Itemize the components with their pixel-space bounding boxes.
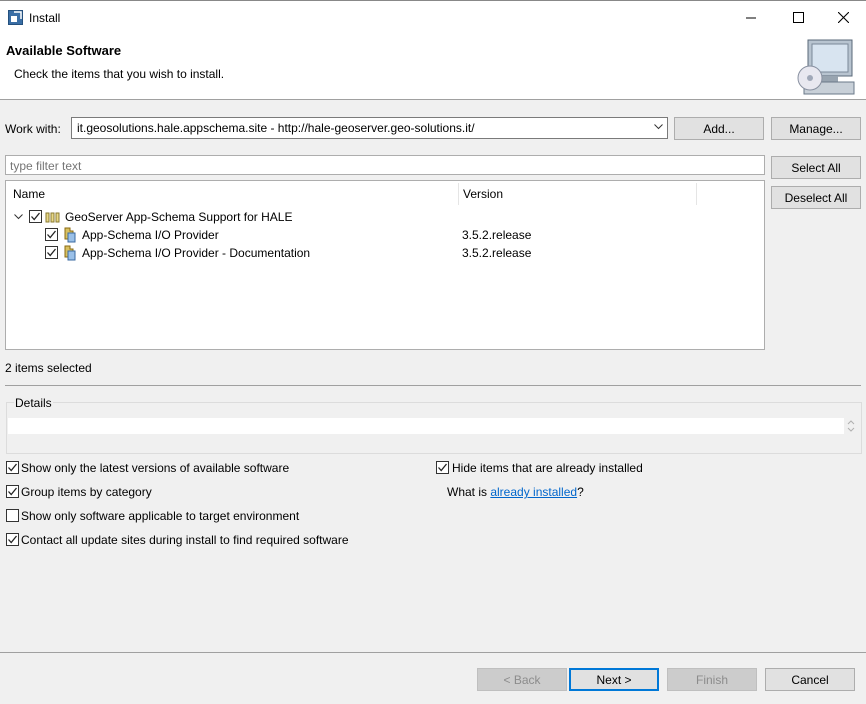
what-is-prefix: What is [447, 485, 491, 499]
details-scrollbar[interactable] [845, 418, 857, 434]
minimize-icon [745, 17, 756, 18]
details-text-area[interactable] [8, 418, 844, 434]
work-with-value: it.geosolutions.hale.appschema.site - ht… [77, 121, 475, 135]
tree-row-category[interactable]: GeoServer App-Schema Support for HALE [12, 209, 752, 227]
checkmark-icon [31, 212, 41, 221]
close-icon [837, 11, 849, 23]
checkmark-icon [47, 230, 57, 239]
separator [5, 385, 861, 386]
category-name: GeoServer App-Schema Support for HALE [65, 210, 293, 224]
page-message: Check the items that you wish to install… [14, 67, 225, 81]
item-version: 3.5.2.release [462, 228, 532, 242]
latest-versions-label: Show only the latest versions of availab… [21, 461, 290, 475]
tree-row[interactable]: App-Schema I/O Provider 3.5.2.release [12, 227, 752, 245]
already-installed-link[interactable]: already installed [490, 485, 577, 499]
contact-sites-label: Contact all update sites during install … [21, 533, 349, 547]
column-header-name[interactable]: Name [13, 187, 45, 201]
filter-input[interactable] [5, 155, 765, 175]
page-title: Available Software [6, 43, 122, 58]
back-button[interactable]: < Back [477, 668, 567, 691]
checkmark-icon [47, 248, 57, 257]
item-name: App-Schema I/O Provider - Documentation [82, 246, 311, 260]
work-with-label: Work with: [5, 122, 61, 136]
latest-versions-checkbox[interactable] [6, 461, 19, 474]
install-computer-icon [797, 39, 855, 95]
group-by-category-label: Group items by category [21, 485, 152, 499]
install-app-icon [8, 10, 23, 25]
wizard-banner: Available Software Check the items that … [0, 32, 866, 100]
footer-separator [0, 652, 866, 653]
checkmark-icon [438, 463, 448, 472]
chevron-down-icon[interactable] [654, 124, 663, 130]
next-button[interactable]: Next > [569, 668, 659, 691]
chevron-down-icon[interactable] [14, 214, 23, 220]
item-checkbox[interactable] [45, 228, 58, 241]
add-site-button[interactable]: Add... [674, 117, 764, 140]
finish-button[interactable]: Finish [667, 668, 757, 691]
group-by-category-checkbox[interactable] [6, 485, 19, 498]
work-with-combo[interactable]: it.geosolutions.hale.appschema.site - ht… [71, 117, 668, 139]
category-icon [45, 212, 60, 223]
deselect-all-button[interactable]: Deselect All [771, 186, 861, 209]
what-is-installed-text: What is already installed? [447, 485, 584, 499]
item-name: App-Schema I/O Provider [82, 228, 219, 242]
plugin-icon [64, 245, 76, 261]
details-label: Details [14, 396, 53, 410]
column-divider[interactable] [458, 183, 459, 205]
item-checkbox[interactable] [45, 246, 58, 259]
selection-status: 2 items selected [5, 361, 92, 375]
title-bar: Install [0, 0, 866, 32]
contact-sites-checkbox[interactable] [6, 533, 19, 546]
plugin-icon [64, 227, 76, 243]
minimize-button[interactable] [728, 1, 774, 33]
item-version: 3.5.2.release [462, 246, 532, 260]
hide-installed-label: Hide items that are already installed [452, 461, 643, 475]
maximize-icon [792, 11, 804, 23]
checkmark-icon [8, 463, 18, 472]
cancel-button[interactable]: Cancel [765, 668, 855, 691]
column-divider[interactable] [696, 183, 697, 205]
what-is-suffix: ? [577, 485, 584, 499]
manage-sites-button[interactable]: Manage... [771, 117, 861, 140]
maximize-button[interactable] [775, 1, 821, 33]
checkmark-icon [8, 535, 18, 544]
applicable-only-label: Show only software applicable to target … [21, 509, 300, 523]
hide-installed-checkbox[interactable] [436, 461, 449, 474]
tree-row[interactable]: App-Schema I/O Provider - Documentation … [12, 245, 752, 263]
close-button[interactable] [820, 1, 866, 33]
column-header-version[interactable]: Version [463, 187, 503, 201]
software-tree[interactable]: Name Version GeoServer App-Schema Suppor… [5, 180, 765, 350]
applicable-only-checkbox[interactable] [6, 509, 19, 522]
window-title: Install [29, 11, 61, 25]
select-all-button[interactable]: Select All [771, 156, 861, 179]
checkmark-icon [8, 487, 18, 496]
category-checkbox[interactable] [29, 210, 42, 223]
